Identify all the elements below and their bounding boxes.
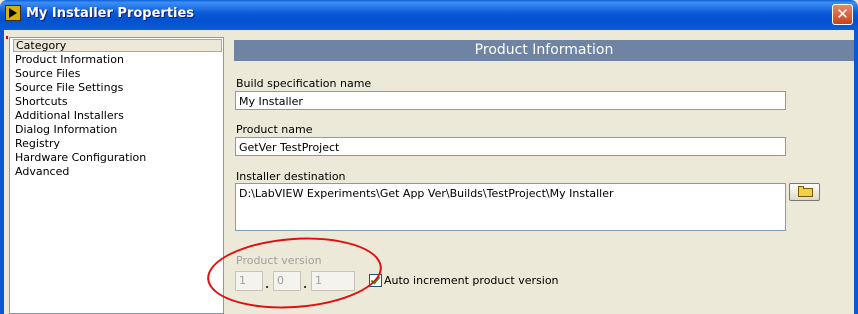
browse-button[interactable] bbox=[789, 183, 820, 201]
marker-tick bbox=[6, 36, 8, 39]
category-item-source-file-settings[interactable]: Source File Settings bbox=[13, 81, 222, 95]
build-spec-label: Build specification name bbox=[236, 77, 372, 90]
installer-destination-label: Installer destination bbox=[236, 170, 346, 183]
window-title: My Installer Properties bbox=[26, 6, 195, 21]
app-icon bbox=[5, 5, 21, 21]
category-item-dialog-information[interactable]: Dialog Information bbox=[13, 123, 222, 137]
folder-open-icon bbox=[798, 186, 813, 197]
category-item-shortcuts[interactable]: Shortcuts bbox=[13, 95, 222, 109]
category-item-product-information[interactable]: Product Information bbox=[15, 53, 124, 66]
build-spec-input[interactable]: My Installer bbox=[235, 91, 786, 110]
title-bar: My Installer Properties ✕ bbox=[0, 0, 858, 30]
category-item-advanced[interactable]: Advanced bbox=[13, 165, 222, 179]
window-frame-left bbox=[0, 30, 4, 314]
product-name-input[interactable]: GetVer TestProject bbox=[235, 137, 786, 156]
window-frame-right bbox=[854, 30, 858, 314]
product-name-label: Product name bbox=[236, 123, 313, 136]
section-title: Product Information bbox=[234, 40, 854, 61]
category-list: Product Information Source Files Source … bbox=[13, 53, 222, 179]
category-item-source-files[interactable]: Source Files bbox=[13, 67, 222, 81]
auto-increment-label[interactable]: Auto increment product version bbox=[384, 274, 559, 287]
annotation-circle bbox=[204, 231, 385, 314]
category-panel: Category Product Information Source File… bbox=[9, 37, 224, 314]
category-item-registry[interactable]: Registry bbox=[13, 137, 222, 151]
category-item-additional-installers[interactable]: Additional Installers bbox=[13, 109, 222, 123]
category-header[interactable]: Category bbox=[13, 39, 222, 52]
installer-destination-input[interactable]: D:\LabVIEW Experiments\Get App Ver\Build… bbox=[235, 183, 786, 231]
close-button[interactable]: ✕ bbox=[832, 4, 853, 25]
category-item-hardware-configuration[interactable]: Hardware Configuration bbox=[13, 151, 222, 165]
